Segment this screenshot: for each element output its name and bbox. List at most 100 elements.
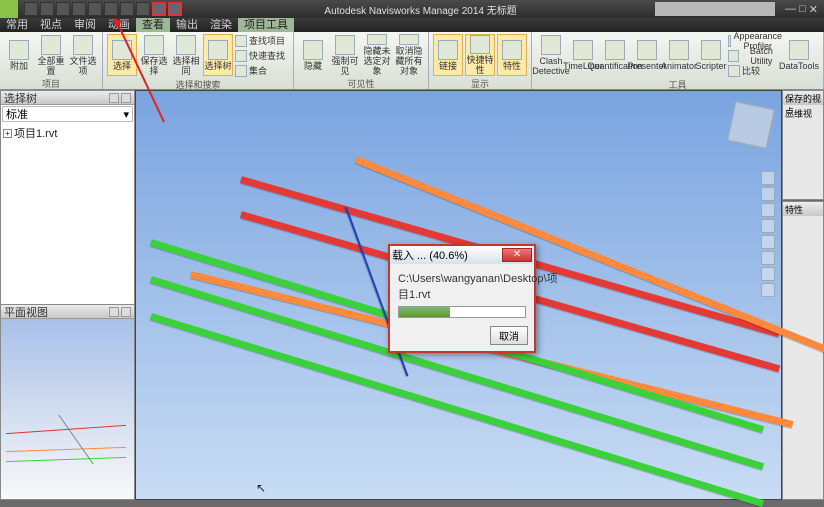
find-items-button[interactable]: 查找项目 [235,34,289,48]
maximize-icon[interactable]: □ [799,3,806,16]
hide-unselected-button[interactable]: 隐藏未选定对象 [362,34,392,76]
tree-root-item[interactable]: + 项目1.rvt [3,125,132,141]
batch-icon [728,50,739,62]
dialog-close-button[interactable]: ✕ [502,248,532,262]
nav-orbit-icon[interactable] [761,219,775,233]
panel-pin-icon[interactable] [109,307,119,317]
saved-view-item[interactable]: 三维视 [783,105,823,122]
batch-utility-button[interactable]: Batch Utility [728,49,782,63]
nav-pan-icon[interactable] [761,187,775,201]
nav-select-icon[interactable] [761,283,775,297]
tab-output[interactable]: 输出 [170,18,204,32]
tab-view[interactable]: 查看 [136,18,170,32]
cursor-icon: ↖ [256,481,266,495]
saved-viewpoints-panel[interactable]: 保存的视点 三维视 [782,90,824,200]
dialog-path-text: C:\Users\wangyanan\Desktop\项目1.rvt [398,270,526,302]
properties-title: 特性 [783,202,823,216]
selection-tree-button[interactable]: 选择树 [203,34,233,76]
save-sel-icon [144,35,164,55]
left-dock: 选择树 标准 ▾ + 项目1.rvt 平面视图 [0,90,135,500]
qat-highlighted-1-icon[interactable] [152,2,166,16]
links-button[interactable]: 链接 [433,34,463,76]
close-icon[interactable]: ✕ [809,3,818,16]
tab-item-tools[interactable]: 项目工具 [238,18,294,32]
unhide-all-button[interactable]: 取消隐藏所有对象 [394,34,424,76]
selection-tree-title: 选择树 [4,90,37,106]
clash-detective-button[interactable]: Clash Detective [536,34,566,76]
quick-access-toolbar [20,2,186,16]
datatools-button[interactable]: DataTools [784,34,814,76]
append-button[interactable]: 附加 [4,34,34,76]
select-same-button[interactable]: 选择相同 [171,34,201,76]
select-icon [112,40,132,60]
expand-icon[interactable]: + [3,129,12,138]
timeliner-icon [573,40,593,60]
links-icon [438,40,458,60]
qat-redo-icon[interactable] [120,2,134,16]
plan-view-header[interactable]: 平面视图 [1,305,134,319]
animator-button[interactable]: Animator [664,34,694,76]
scripter-button[interactable]: Scripter [696,34,726,76]
ribbon-group-display: 链接 快捷特性 特性 显示 [429,32,532,89]
select-button[interactable]: 选择 [107,34,137,76]
reset-all-button[interactable]: 全部重置 [36,34,66,76]
hide-button[interactable]: 隐藏 [298,34,328,76]
save-selection-button[interactable]: 保存选择 [139,34,169,76]
sets-button[interactable]: 集合 [235,64,289,78]
require-button[interactable]: 强制可见 [330,34,360,76]
quick-find-button[interactable]: 快速查找 [235,49,289,63]
properties-button[interactable]: 特性 [497,34,527,76]
qat-print-icon[interactable] [72,2,86,16]
nav-fly-icon[interactable] [761,267,775,281]
nav-walk-icon[interactable] [761,251,775,265]
nav-zoom-icon[interactable] [761,203,775,217]
tab-render[interactable]: 渲染 [204,18,238,32]
panel-pin-icon[interactable] [109,93,119,103]
quick-props-button[interactable]: 快捷特性 [465,34,495,76]
presenter-button[interactable]: Presenter [632,34,662,76]
qat-undo-icon[interactable] [104,2,118,16]
panel-close-icon[interactable] [121,93,131,103]
viewcube[interactable] [727,101,774,148]
panel-close-icon[interactable] [121,307,131,317]
help-search-input[interactable] [655,2,775,16]
tab-animation[interactable]: 动画 [102,18,136,32]
datatools-icon [789,40,809,60]
tree-mode-combo[interactable]: 标准 ▾ [2,106,133,122]
qat-save-icon[interactable] [56,2,70,16]
nav-wheel-icon[interactable] [761,171,775,185]
window-controls: — □ ✕ [779,3,824,16]
plan-view-canvas[interactable] [1,319,134,498]
select-same-icon [176,35,196,55]
plan-line [6,457,126,462]
tab-viewpoint[interactable]: 视点 [34,18,68,32]
plan-view-title: 平面视图 [4,304,48,320]
quantification-button[interactable]: Quantification [600,34,630,76]
selection-tree-header[interactable]: 选择树 [1,91,134,105]
qat-highlighted-2-icon[interactable] [168,2,182,16]
file-options-button[interactable]: 文件选项 [68,34,98,76]
selection-tree-body[interactable]: + 项目1.rvt [1,123,134,304]
qat-new-icon[interactable] [24,2,38,16]
tab-home[interactable]: 常用 [0,18,34,32]
plan-view-panel: 平面视图 [1,304,134,499]
compare-button[interactable]: 比较 [728,64,782,78]
dialog-titlebar[interactable]: 载入 ... (40.6%) ✕ [390,246,534,264]
dialog-title: 载入 ... (40.6%) [392,247,468,263]
cancel-button[interactable]: 取消 [490,326,528,345]
group-label-display: 显示 [433,77,527,87]
qat-open-icon[interactable] [40,2,54,16]
ribbon-group-tools: Clash Detective TimeLiner Quantification… [532,32,824,89]
group-label-visibility: 可见性 [298,77,424,87]
window-title: Autodesk Navisworks Manage 2014 无标题 [186,2,655,17]
app-logo-icon [0,0,18,18]
quick-props-icon [470,35,490,54]
properties-panel[interactable]: 特性 [782,201,824,500]
qat-refresh-icon[interactable] [88,2,102,16]
minimize-icon[interactable]: — [785,3,796,16]
group-label-select: 选择和搜索 [107,78,289,88]
progress-bar [398,306,526,318]
tab-review[interactable]: 审阅 [68,18,102,32]
nav-look-icon[interactable] [761,235,775,249]
qat-select-icon[interactable] [136,2,150,16]
